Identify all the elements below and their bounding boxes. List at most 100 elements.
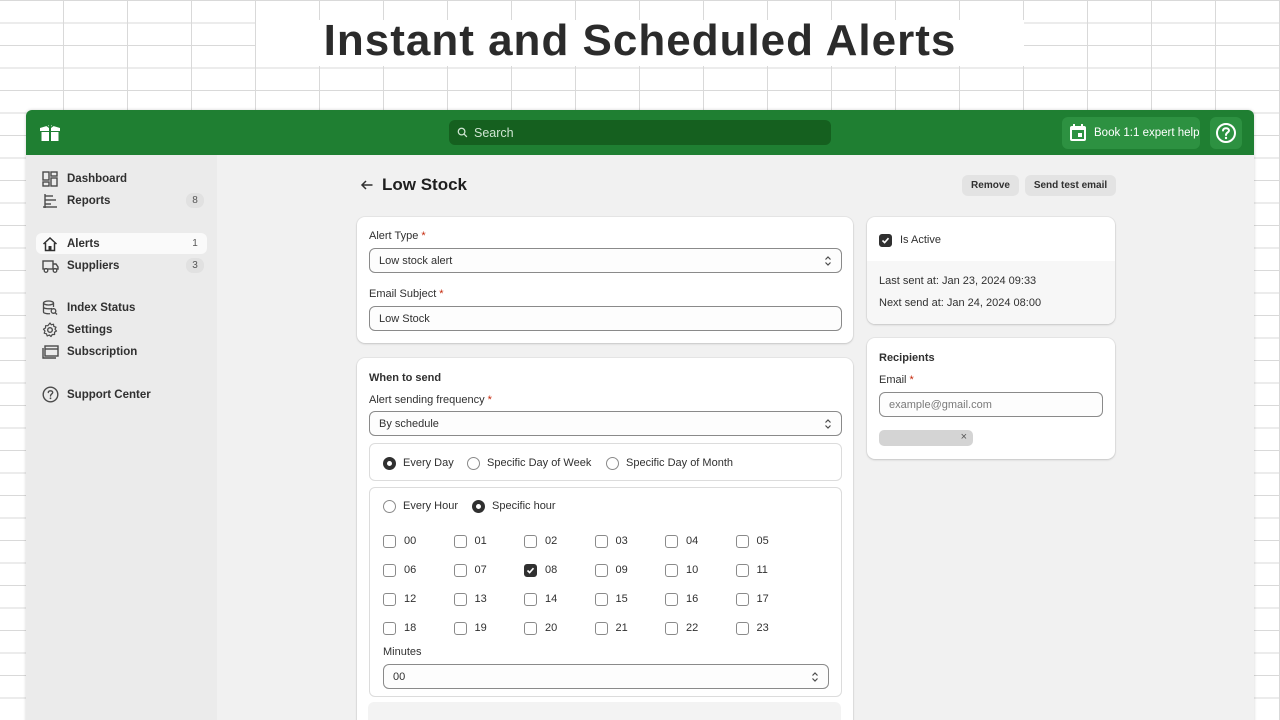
recipient-email-label: Email *: [879, 374, 914, 386]
email-subject-value: Low Stock: [379, 312, 430, 325]
hour-label: 11: [756, 564, 768, 576]
hour-checkbox-13[interactable]: 13: [453, 591, 487, 607]
hour-label: 15: [615, 593, 628, 605]
suppliers-count-badge: 3: [186, 258, 204, 273]
hour-checkbox-01[interactable]: 01: [453, 533, 487, 549]
hour-checkbox-21[interactable]: 21: [594, 620, 628, 636]
checkbox-box: [594, 592, 608, 606]
select-chevron-icon: [825, 256, 831, 266]
question-circle-icon: [1216, 123, 1236, 143]
email-subject-field[interactable]: Low Stock: [369, 306, 842, 331]
hour-checkbox-11[interactable]: 11: [735, 562, 768, 578]
hour-label: 12: [404, 593, 417, 605]
checkbox-box: [594, 534, 608, 548]
hour-checkbox-05[interactable]: 05: [735, 533, 769, 549]
app-logo-icon[interactable]: [38, 121, 62, 145]
alert-type-select[interactable]: Low stock alert: [369, 248, 842, 273]
checkbox-box: [735, 534, 749, 548]
sidebar-item-index-status[interactable]: Index Status: [36, 297, 207, 318]
reports-count-badge: 8: [186, 193, 204, 208]
radio-every-hour[interactable]: Every Hour: [383, 498, 458, 514]
minutes-value: 00: [393, 670, 406, 683]
hour-checkbox-20[interactable]: 20: [524, 620, 557, 636]
hour-label: 13: [474, 593, 487, 605]
home-icon: [41, 235, 59, 253]
sidebar-item-subscription[interactable]: Subscription: [36, 341, 207, 362]
hour-checkbox-06[interactable]: 06: [383, 562, 416, 578]
alerts-count-badge: 1: [192, 238, 198, 249]
select-chevron-icon: [812, 672, 818, 682]
email-subject-label: Email Subject *: [369, 288, 444, 300]
check-icon: [881, 237, 890, 244]
checkbox-box: [665, 563, 678, 577]
hour-checkbox-09[interactable]: 09: [594, 562, 628, 578]
hour-checkbox-22[interactable]: 22: [665, 620, 698, 636]
hour-label: 18: [404, 622, 417, 634]
sidebar-item-settings[interactable]: Settings: [36, 319, 207, 340]
gear-icon: [41, 321, 59, 339]
hour-checkbox-07[interactable]: 07: [453, 562, 487, 578]
hour-checkbox-23[interactable]: 23: [735, 620, 769, 636]
hour-checkbox-02[interactable]: 02: [524, 533, 557, 549]
recipients-title: Recipients: [879, 352, 935, 364]
hour-checkbox-14[interactable]: 14: [524, 591, 557, 607]
sidebar-item-alerts[interactable]: Alerts 1: [36, 233, 207, 254]
tag-remove-icon[interactable]: ×: [961, 431, 967, 443]
hour-label: 03: [615, 535, 628, 547]
search-input[interactable]: Search: [449, 120, 831, 145]
hour-label: 16: [686, 593, 699, 605]
next-send-text: Next send at: Jan 24, 2024 08:00: [879, 297, 1042, 309]
hour-checkbox-12[interactable]: 12: [383, 591, 416, 607]
hour-checkbox-04[interactable]: 04: [665, 533, 698, 549]
hour-checkbox-03[interactable]: 03: [594, 533, 628, 549]
hour-checkbox-18[interactable]: 18: [383, 620, 416, 636]
minutes-select[interactable]: 00: [383, 664, 829, 689]
back-arrow-icon[interactable]: [360, 178, 374, 192]
hour-label: 19: [474, 622, 487, 634]
hour-checkbox-08[interactable]: 08: [524, 562, 557, 578]
hour-checkbox-19[interactable]: 19: [453, 620, 487, 636]
hour-label: 08: [545, 564, 558, 576]
help-button[interactable]: [1210, 117, 1242, 149]
sidebar: Dashboard Reports 8 Alerts 1 Suppliers 3: [26, 155, 217, 720]
hero-title: Instant and Scheduled Alerts: [323, 16, 957, 65]
select-chevron-icon: [825, 419, 831, 429]
radio-specific-hour[interactable]: Specific hour: [472, 498, 556, 514]
reports-icon: [41, 192, 59, 210]
alert-type-label: Alert Type *: [369, 230, 426, 242]
checkbox-box: [665, 592, 678, 606]
send-test-email-button[interactable]: Send test email: [1025, 175, 1116, 196]
recipient-tag: ×: [879, 430, 973, 446]
hour-checkbox-17[interactable]: 17: [735, 591, 769, 607]
radio-specific-day-of-week[interactable]: Specific Day of Week: [467, 455, 591, 471]
page-title: Low Stock: [382, 175, 468, 194]
sidebar-item-dashboard[interactable]: Dashboard: [36, 168, 207, 189]
checkbox-box: [453, 534, 467, 548]
recipient-email-field[interactable]: example@gmail.com: [879, 392, 1103, 417]
is-active-checkbox[interactable]: Is Active: [879, 232, 941, 248]
hour-checkbox-15[interactable]: 15: [594, 591, 628, 607]
radio-dot: [383, 456, 396, 470]
sidebar-item-suppliers[interactable]: Suppliers 3: [36, 255, 207, 276]
checkbox-box: [383, 563, 396, 577]
status-card: Is Active Last sent at: Jan 23, 2024 09:…: [867, 217, 1115, 324]
hour-label: 05: [756, 535, 769, 547]
remove-button[interactable]: Remove: [962, 175, 1019, 196]
radio-every-day[interactable]: Every Day: [383, 455, 454, 471]
sidebar-item-label: Suppliers: [67, 259, 120, 272]
book-expert-help-button[interactable]: Book 1:1 expert help: [1062, 117, 1200, 149]
hour-label: 14: [545, 593, 558, 605]
sidebar-item-label: Reports: [67, 194, 111, 207]
radio-specific-day-of-month[interactable]: Specific Day of Month: [606, 455, 733, 471]
app-window: Search Book 1:1 expert help Dashboard Re…: [26, 110, 1254, 720]
sidebar-item-reports[interactable]: Reports 8: [36, 190, 207, 211]
hour-checkbox-16[interactable]: 16: [665, 591, 698, 607]
sidebar-item-support-center[interactable]: Support Center: [36, 384, 207, 405]
frequency-select[interactable]: By schedule: [369, 411, 842, 436]
hour-checkbox-10[interactable]: 10: [665, 562, 698, 578]
hour-checkbox-00[interactable]: 00: [383, 533, 416, 549]
status-details: Last sent at: Jan 23, 2024 09:33 Next se…: [867, 261, 1115, 324]
hour-label: 09: [615, 564, 628, 576]
hour-label: 04: [686, 535, 699, 547]
checkbox-box: [383, 592, 396, 606]
